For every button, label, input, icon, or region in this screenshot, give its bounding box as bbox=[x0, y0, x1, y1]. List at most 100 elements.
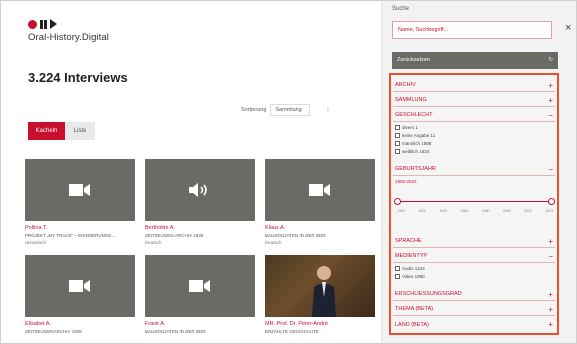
video-camera-icon bbox=[189, 280, 210, 292]
year-slider-track[interactable] bbox=[397, 201, 551, 202]
interview-card[interactable]: Bertholde A. ZEITZEUGEN-ARCHIV 1939 Deut… bbox=[145, 159, 255, 246]
app-window: Oral-History.Digital 3.224 Interviews So… bbox=[0, 0, 577, 344]
logo-text: Oral-History.Digital bbox=[28, 32, 110, 43]
pause-icon bbox=[40, 19, 47, 29]
thumbnail[interactable] bbox=[265, 159, 375, 221]
facet-label: ERSCHLIESSUNGSGRAD bbox=[395, 291, 462, 297]
facet-topic[interactable]: THEMA (BETA) + bbox=[393, 303, 555, 316]
gender-option[interactable]: männlich 1588 bbox=[395, 141, 431, 146]
card-language: Ukrainisch bbox=[25, 240, 47, 245]
checkbox[interactable] bbox=[395, 125, 400, 130]
reset-button[interactable]: Zurücksetzen ↻ bbox=[392, 52, 558, 69]
reset-icon: ↻ bbox=[548, 57, 553, 63]
card-project: BAUSOLDATEN IN DER DDR bbox=[145, 329, 206, 334]
plus-icon: + bbox=[548, 95, 553, 105]
card-language: Deutsch bbox=[145, 240, 162, 245]
card-title[interactable]: Bertholde A. bbox=[145, 225, 255, 231]
minus-icon: − bbox=[548, 251, 553, 261]
facet-gender[interactable]: GESCHLECHT − bbox=[393, 109, 555, 122]
sort-order-icon[interactable]: ↕ bbox=[326, 107, 329, 113]
logo[interactable]: Oral-History.Digital bbox=[28, 19, 109, 43]
card-title[interactable]: Pollina T. bbox=[25, 225, 135, 231]
reset-label: Zurücksetzen bbox=[397, 57, 431, 63]
year-range-value: 1900-2023 bbox=[395, 179, 417, 184]
checkbox[interactable] bbox=[395, 266, 400, 271]
tick-label: 1940 bbox=[439, 209, 448, 213]
tick-label: 2000 bbox=[502, 209, 511, 213]
thumbnail[interactable] bbox=[25, 159, 135, 221]
option-label: keine Angabe 11 bbox=[402, 133, 436, 138]
checkbox[interactable] bbox=[395, 133, 400, 138]
option-label: divers 1 bbox=[402, 125, 418, 130]
card-title[interactable]: Klaus A. bbox=[265, 225, 375, 231]
card-project: BAUSOLDATEN IN DER DDR bbox=[265, 233, 326, 238]
sort-control: Sortierung Sammlung ↕ bbox=[241, 104, 329, 116]
checkbox[interactable] bbox=[395, 274, 400, 279]
card-project: ZEITZEUGEN-ARCHIV 1939 bbox=[145, 233, 204, 238]
slider-handle-max[interactable] bbox=[548, 198, 555, 205]
media-option[interactable]: Video 1980 bbox=[395, 274, 425, 279]
tick-label: 1920 bbox=[418, 209, 426, 213]
video-camera-icon bbox=[69, 280, 90, 292]
filter-sidebar: Suche Name, Suchbegriff... × Zurücksetze… bbox=[381, 1, 576, 343]
tick-label: 2010 bbox=[524, 209, 532, 213]
search-input[interactable]: Name, Suchbegriff... bbox=[392, 21, 552, 39]
facet-language[interactable]: SPRACHE + bbox=[393, 235, 555, 248]
facet-label: GESCHLECHT bbox=[395, 112, 433, 118]
card-project: PROJEKT „MY TRACE" – ERINNERUNGE… bbox=[25, 233, 116, 238]
logo-mark bbox=[28, 19, 109, 29]
video-camera-icon bbox=[69, 184, 90, 196]
option-label: männlich 1588 bbox=[402, 141, 432, 146]
facet-label: LAND (BETA) bbox=[395, 321, 429, 328]
interview-card[interactable]: Klaus A. BAUSOLDATEN IN DER DDR Deutsch bbox=[265, 159, 375, 246]
thumbnail[interactable] bbox=[145, 159, 255, 221]
close-icon[interactable]: × bbox=[565, 22, 571, 34]
slider-handle-min[interactable] bbox=[394, 198, 401, 205]
sort-select[interactable]: Sammlung bbox=[270, 104, 311, 116]
facet-archive[interactable]: ARCHIV + bbox=[393, 79, 555, 92]
option-label: Video 1980 bbox=[402, 274, 425, 279]
gender-option[interactable]: keine Angabe 11 bbox=[395, 133, 435, 138]
tiles-view-button[interactable]: Kacheln bbox=[28, 122, 65, 140]
thumbnail[interactable] bbox=[145, 255, 255, 317]
minus-icon: − bbox=[548, 110, 553, 120]
option-label: Audio 1244 bbox=[402, 266, 425, 271]
record-icon bbox=[28, 19, 37, 29]
facet-indexing-level[interactable]: ERSCHLIESSUNGSGRAD + bbox=[393, 288, 555, 301]
facet-birth-year[interactable]: GEBURTSJAHR − bbox=[393, 163, 555, 176]
media-option[interactable]: Audio 1244 bbox=[395, 266, 425, 271]
interview-card[interactable]: MR. Prof. Dr. Peter-André ERZÄHLTE GESCH… bbox=[265, 255, 375, 342]
play-icon bbox=[50, 19, 57, 29]
option-label: weiblich 1624 bbox=[402, 149, 430, 154]
checkbox[interactable] bbox=[395, 149, 400, 154]
facet-media-type[interactable]: MEDIENTYP − bbox=[393, 250, 555, 263]
view-toggle: Kacheln Liste bbox=[28, 122, 95, 140]
interview-card[interactable]: Elisabet A. ZEITZEUGENARCHIV 1945 bbox=[25, 255, 135, 342]
interview-grid: Pollina T. PROJEKT „MY TRACE" – ERINNERU… bbox=[25, 159, 375, 342]
plus-icon: + bbox=[548, 236, 553, 246]
tick-label: 1960 bbox=[460, 209, 469, 213]
plus-icon: + bbox=[548, 304, 553, 314]
gender-option[interactable]: divers 1 bbox=[395, 125, 418, 130]
plus-icon: + bbox=[548, 80, 553, 90]
minus-icon: − bbox=[548, 164, 553, 174]
facet-label: THEMA (BETA) bbox=[395, 306, 434, 312]
portrait-thumbnail[interactable] bbox=[265, 255, 375, 317]
facet-collection[interactable]: SAMMLUNG + bbox=[393, 94, 555, 107]
tick-label: 2023 bbox=[545, 209, 553, 213]
slider-ticks: 1900 1920 1940 1960 1980 2000 2010 2023 bbox=[397, 209, 553, 213]
thumbnail[interactable] bbox=[25, 255, 135, 317]
card-title[interactable]: MR. Prof. Dr. Peter-André bbox=[265, 321, 375, 327]
checkbox[interactable] bbox=[395, 141, 400, 146]
interview-card[interactable]: Pollina T. PROJEKT „MY TRACE" – ERINNERU… bbox=[25, 159, 135, 246]
gender-option[interactable]: weiblich 1624 bbox=[395, 149, 429, 154]
facet-label: GEBURTSJAHR bbox=[395, 166, 436, 172]
card-title[interactable]: Frank A. bbox=[145, 321, 255, 327]
facet-label: SPRACHE bbox=[395, 238, 422, 244]
video-camera-icon bbox=[309, 184, 330, 196]
list-view-button[interactable]: Liste bbox=[65, 122, 95, 140]
facet-label: MEDIENTYP bbox=[395, 253, 428, 259]
card-title[interactable]: Elisabet A. bbox=[25, 321, 135, 327]
facet-country[interactable]: LAND (BETA) + bbox=[393, 318, 555, 331]
interview-card[interactable]: Frank A. BAUSOLDATEN IN DER DDR bbox=[145, 255, 255, 342]
